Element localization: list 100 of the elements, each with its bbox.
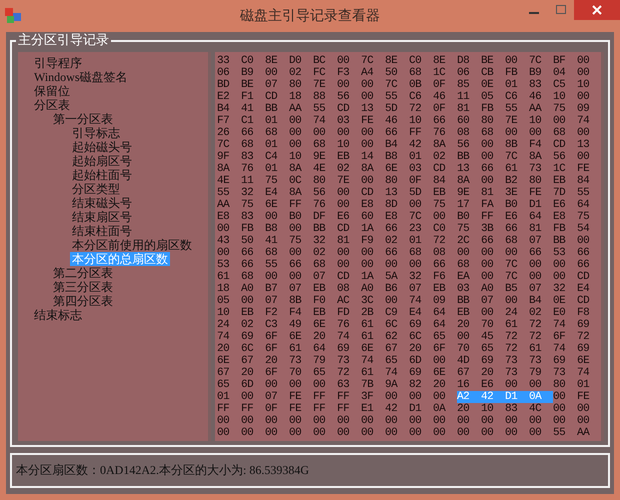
- hex-byte: 00: [265, 67, 278, 79]
- hex-byte: 6E: [577, 355, 590, 367]
- hex-byte: 00: [529, 259, 542, 271]
- hex-byte: A0: [481, 283, 494, 295]
- hex-byte: 66: [481, 163, 494, 175]
- hex-byte: F0: [313, 295, 326, 307]
- hex-byte: 84: [433, 175, 446, 187]
- hex-byte: 7C: [217, 139, 230, 151]
- tree-item[interactable]: 结束标志: [32, 308, 84, 322]
- hex-byte: 02: [529, 307, 542, 319]
- tree-item[interactable]: 引导程序: [32, 56, 84, 70]
- hex-byte: 07: [529, 235, 542, 247]
- hex-byte: AC: [337, 295, 350, 307]
- hex-byte: 53: [217, 259, 230, 271]
- hex-byte: B0: [289, 211, 302, 223]
- hex-byte: 00: [385, 391, 398, 403]
- tree-item[interactable]: 第一分区表: [51, 112, 115, 126]
- hex-byte: 64: [529, 211, 542, 223]
- tree-item[interactable]: 本分区的总扇区数: [70, 252, 170, 266]
- hex-byte: 08: [433, 247, 446, 259]
- hex-byte: C4: [265, 151, 278, 163]
- hex-byte: E0: [553, 307, 566, 319]
- hex-byte: 66: [385, 127, 398, 139]
- hex-byte: 33: [217, 55, 230, 67]
- tree-item[interactable]: 第二分区表: [51, 266, 115, 280]
- hex-byte: 00: [337, 247, 350, 259]
- close-icon: [592, 5, 602, 15]
- close-button[interactable]: [574, 0, 620, 20]
- hex-byte: 10: [577, 79, 590, 91]
- hex-byte: 64: [433, 319, 446, 331]
- hex-byte: 72: [529, 319, 542, 331]
- hex-byte: 55: [313, 103, 326, 115]
- tree-item[interactable]: 分区类型: [70, 182, 122, 196]
- hex-byte: 69: [409, 367, 422, 379]
- hex-byte: 83: [529, 79, 542, 91]
- hex-byte: 73: [505, 355, 518, 367]
- hex-byte: 0A: [433, 403, 447, 415]
- hex-byte: 6C: [385, 319, 398, 331]
- hex-byte: FE: [289, 403, 302, 415]
- hex-byte: 00: [433, 211, 446, 223]
- tree-item[interactable]: 结束扇区号: [70, 210, 134, 224]
- hex-byte: 05: [481, 91, 494, 103]
- hex-byte: 10: [409, 115, 422, 127]
- hex-byte: 74: [313, 115, 326, 127]
- tree-item[interactable]: 起始扇区号: [70, 154, 134, 168]
- hex-byte: 6C: [241, 343, 254, 355]
- tree-item[interactable]: 第四分区表: [51, 294, 115, 308]
- tree-item[interactable]: 结束柱面号: [70, 224, 134, 238]
- hex-byte: 72: [505, 343, 518, 355]
- hex-byte: 02: [241, 319, 254, 331]
- hex-byte: 00: [553, 403, 566, 415]
- hex-byte: 0E: [481, 79, 494, 91]
- hex-selection[interactable]: A2 42 D1 0A: [457, 391, 553, 403]
- hex-byte: B7: [265, 283, 278, 295]
- hex-byte: 66: [241, 247, 254, 259]
- hex-byte: F4: [529, 139, 542, 151]
- hex-byte: 66: [433, 115, 446, 127]
- hex-byte: 00: [337, 187, 350, 199]
- hex-byte: 61: [361, 319, 374, 331]
- tree-item[interactable]: 本分区前使用的扇区数: [70, 238, 194, 252]
- hex-byte: 24: [505, 307, 518, 319]
- hex-byte: 6C: [409, 331, 422, 343]
- hex-byte: 84: [577, 175, 590, 187]
- hex-byte: EB: [337, 151, 350, 163]
- hex-byte: BB: [313, 223, 326, 235]
- hex-byte: B0: [505, 199, 518, 211]
- tree-item[interactable]: Windows磁盘签名: [32, 70, 130, 84]
- hex-byte: 72: [337, 367, 350, 379]
- hex-byte: 20: [433, 379, 446, 391]
- hex-byte: 00: [265, 379, 278, 391]
- hex-byte: 74: [553, 319, 566, 331]
- tree-item[interactable]: 起始柱面号: [70, 168, 134, 182]
- hex-byte: 3E: [505, 187, 518, 199]
- tree-item[interactable]: 分区表: [32, 98, 72, 112]
- hex-byte: 10: [337, 139, 350, 151]
- hex-byte: DF: [313, 211, 326, 223]
- hex-byte: 00: [361, 91, 374, 103]
- hex-byte: 24: [217, 319, 230, 331]
- hex-byte: 00: [241, 415, 254, 427]
- tree-item[interactable]: 第三分区表: [51, 280, 115, 294]
- hex-byte: B2: [505, 175, 518, 187]
- hex-byte: 64: [313, 343, 326, 355]
- hex-byte: 8E: [385, 55, 398, 67]
- hex-byte: 75: [577, 211, 590, 223]
- hex-byte: C9: [385, 307, 398, 319]
- hex-byte: 8D: [385, 199, 398, 211]
- hex-byte: 00: [553, 415, 566, 427]
- hex-byte: FB: [505, 67, 518, 79]
- hex-byte: 6D: [409, 355, 422, 367]
- hex-byte: F9: [361, 235, 374, 247]
- hex-byte: 68: [265, 247, 278, 259]
- hex-byte: 00: [577, 127, 590, 139]
- tree-item[interactable]: 结束磁头号: [70, 196, 134, 210]
- hex-byte: 13: [457, 163, 470, 175]
- hex-byte: 05: [217, 295, 230, 307]
- tree-item[interactable]: 引导标志: [70, 126, 122, 140]
- tree-item[interactable]: 起始磁头号: [70, 140, 134, 154]
- hex-byte: 32: [313, 235, 326, 247]
- hex-byte: 00: [505, 415, 518, 427]
- tree-item[interactable]: 保留位: [32, 84, 72, 98]
